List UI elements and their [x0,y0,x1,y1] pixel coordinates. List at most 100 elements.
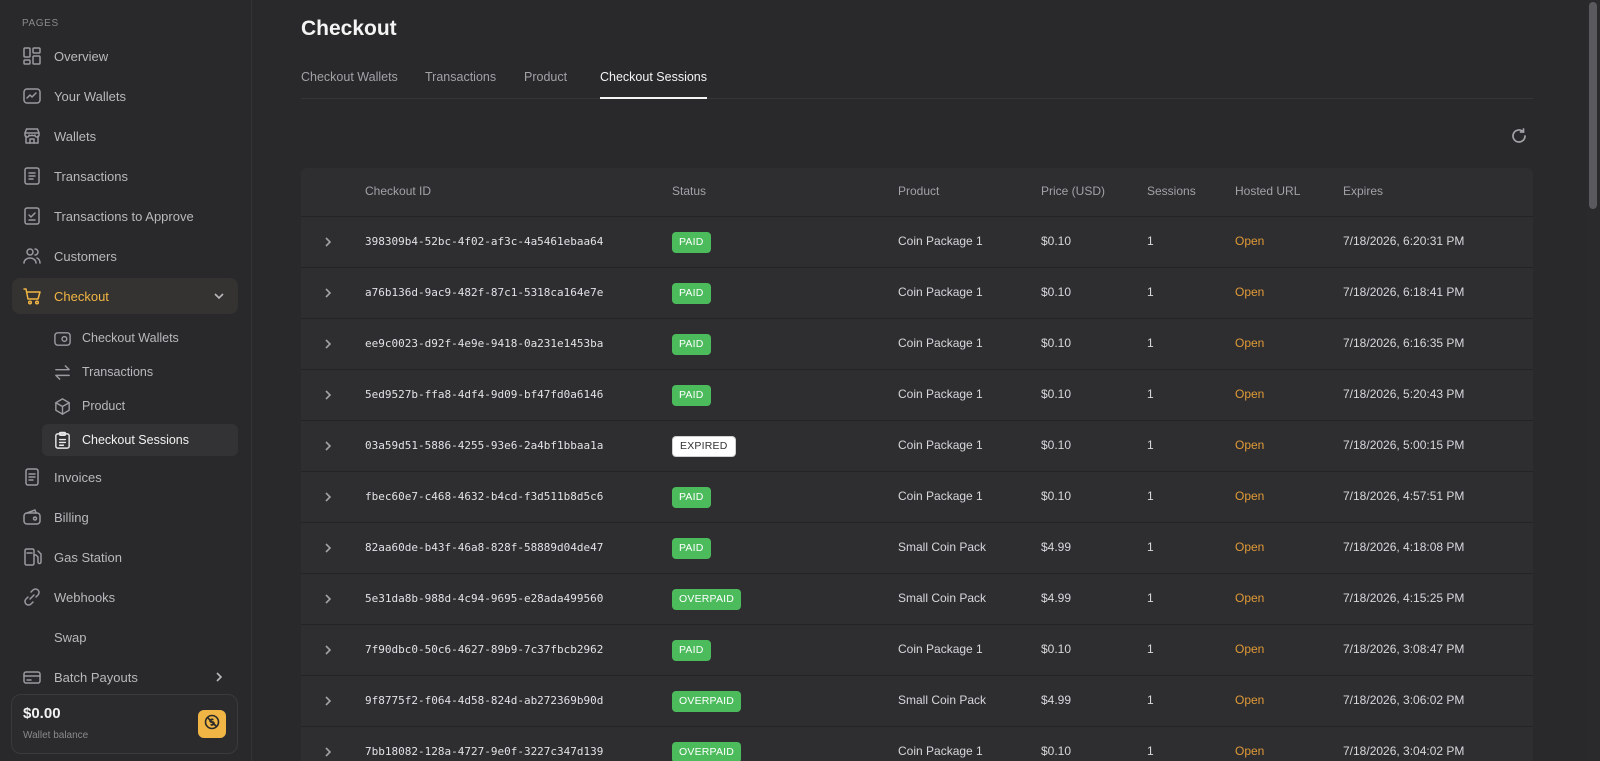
cell-expires: 7/18/2026, 6:18:41 PM [1343,285,1465,299]
chevron-right-icon[interactable] [321,694,335,708]
column-header-sessions[interactable]: Sessions [1147,184,1196,198]
tab-transactions[interactable]: Transactions [425,70,496,99]
chevron-right-icon[interactable] [321,337,335,351]
chevron-right-icon[interactable] [321,592,335,606]
sidebar-subitem-checkout-wallets[interactable]: Checkout Wallets [42,322,238,354]
sidebar-subitem-transactions[interactable]: Transactions [42,356,238,388]
sidebar-subitem-product[interactable]: Product [42,390,238,422]
sidebar-item-billing[interactable]: Billing [12,499,238,535]
users-icon [22,246,42,266]
hosted-url-link[interactable]: Open [1235,285,1264,299]
table-row[interactable]: 9f8775f2-f064-4d58-824d-ab272369b90d OVER… [301,675,1533,726]
tab-checkout-sessions[interactable]: Checkout Sessions [600,70,708,99]
cell-product: Coin Package 1 [898,285,983,299]
table-row[interactable]: 5ed9527b-ffa8-4df4-9d09-bf47fd0a6146 PAID… [301,369,1533,420]
table-row[interactable]: 5e31da8b-988d-4c94-9695-e28ada499560 OVER… [301,573,1533,624]
status-badge: PAID [672,283,711,304]
table-row[interactable]: 398309b4-52bc-4f02-af3c-4a5461ebaa64 PAID… [301,216,1533,267]
chevron-right-icon[interactable] [321,235,335,249]
table-row[interactable]: fbec60e7-c468-4632-b4cd-f3d511b8d5c6 PAID… [301,471,1533,522]
sidebar-item-label: Transactions to Approve [54,208,194,224]
chevron-right-icon[interactable] [321,490,335,504]
column-header-status[interactable]: Status [672,184,706,198]
column-header-price[interactable]: Price (USD) [1041,184,1105,198]
cell-product: Coin Package 1 [898,642,983,656]
cell-expires: 7/18/2026, 3:08:47 PM [1343,642,1465,656]
table-row[interactable]: 7f90dbc0-50c6-4627-89b9-7c37fbcb2962 PAID… [301,624,1533,675]
sidebar-item-label: Wallets [54,128,97,144]
arrows-icon [52,362,72,382]
cell-sessions: 1 [1147,336,1154,350]
column-header-checkout-id[interactable]: Checkout ID [365,184,431,198]
hosted-url-link[interactable]: Open [1235,693,1264,707]
sidebar-item-wallets[interactable]: Wallets [12,118,238,154]
status-badge: PAID [672,538,711,559]
sidebar-item-overview[interactable]: Overview [12,38,238,74]
cell-product: Coin Package 1 [898,234,983,248]
cell-sessions: 1 [1147,438,1154,452]
cell-expires: 7/18/2026, 3:04:02 PM [1343,744,1465,758]
hosted-url-link[interactable]: Open [1235,336,1264,350]
sidebar-item-label: Customers [54,248,117,264]
cell-checkout-id: 5ed9527b-ffa8-4df4-9d09-bf47fd0a6146 [365,388,604,401]
table-row[interactable]: 7bb18082-128a-4727-9e0f-3227c347d139 OVER… [301,726,1533,761]
column-header-hosted-url[interactable]: Hosted URL [1235,184,1300,198]
cell-product: Small Coin Pack [898,540,987,554]
chevron-right-icon[interactable] [321,286,335,300]
scrollbar-thumb[interactable] [1589,2,1597,209]
tab-product[interactable]: Product [524,70,567,99]
cell-checkout-id: 398309b4-52bc-4f02-af3c-4a5461ebaa64 [365,235,604,248]
cart-icon [22,286,42,306]
tab-bar: Checkout Wallets Transactions Product Ch… [301,66,1533,99]
coin-off-icon [203,713,221,736]
sidebar-item-transactions-to-approve[interactable]: Transactions to Approve [12,198,238,234]
cell-expires: 7/18/2026, 6:16:35 PM [1343,336,1465,350]
column-header-product[interactable]: Product [898,184,939,198]
status-badge: OVERPAID [672,742,742,761]
chevron-right-icon[interactable] [321,643,335,657]
tab-checkout-wallets[interactable]: Checkout Wallets [301,70,398,99]
chevron-right-icon[interactable] [321,388,335,402]
sidebar-item-transactions[interactable]: Transactions [12,158,238,194]
sidebar-item-invoices[interactable]: Invoices [12,459,238,495]
sidebar-item-gas-station[interactable]: Gas Station [12,539,238,575]
hosted-url-link[interactable]: Open [1235,489,1264,503]
refresh-button[interactable] [1510,127,1528,145]
status-badge: PAID [672,334,711,355]
cell-expires: 7/18/2026, 6:20:31 PM [1343,234,1465,248]
sidebar-item-your-wallets[interactable]: Your Wallets [12,78,238,114]
hosted-url-link[interactable]: Open [1235,591,1264,605]
hosted-url-link[interactable]: Open [1235,642,1264,656]
chevron-right-icon[interactable] [321,439,335,453]
column-header-expires[interactable]: Expires [1343,184,1383,198]
table-row[interactable]: ee9c0023-d92f-4e9e-9418-0a231e1453ba PAID… [301,318,1533,369]
sidebar-subitem-checkout-sessions[interactable]: Checkout Sessions [42,424,238,456]
cell-sessions: 1 [1147,540,1154,554]
main-content: Checkout Checkout Wallets Transactions P… [253,0,1583,761]
cell-checkout-id: a76b136d-9ac9-482f-87c1-5318ca164e7e [365,286,604,299]
sidebar-item-batch-payouts[interactable]: Batch Payouts [12,659,238,695]
hosted-url-link[interactable]: Open [1235,234,1264,248]
status-badge: PAID [672,487,711,508]
chevron-right-icon[interactable] [321,541,335,555]
wallet-action-button[interactable] [198,710,226,738]
hosted-url-link[interactable]: Open [1235,540,1264,554]
table-row[interactable]: 82aa60de-b43f-46a8-828f-58889d04de47 PAID… [301,522,1533,573]
hosted-url-link[interactable]: Open [1235,744,1264,758]
page-scrollbar[interactable] [1586,0,1600,761]
cell-sessions: 1 [1147,387,1154,401]
cell-checkout-id: 7f90dbc0-50c6-4627-89b9-7c37fbcb2962 [365,643,604,656]
sidebar-item-customers[interactable]: Customers [12,238,238,274]
swap-icon [22,627,42,647]
sidebar-item-checkout[interactable]: Checkout [12,278,238,314]
table-row[interactable]: a76b136d-9ac9-482f-87c1-5318ca164e7e PAID… [301,267,1533,318]
cell-expires: 7/18/2026, 4:57:51 PM [1343,489,1465,503]
table-row[interactable]: 03a59d51-5886-4255-93e6-2a4bf1bbaa1a EXPI… [301,420,1533,471]
hosted-url-link[interactable]: Open [1235,387,1264,401]
cell-checkout-id: ee9c0023-d92f-4e9e-9418-0a231e1453ba [365,337,604,350]
clipboard-icon [52,430,72,450]
chevron-right-icon[interactable] [321,745,335,759]
sidebar-item-webhooks[interactable]: Webhooks [12,579,238,615]
sidebar-item-swap[interactable]: Swap [12,619,238,655]
hosted-url-link[interactable]: Open [1235,438,1264,452]
